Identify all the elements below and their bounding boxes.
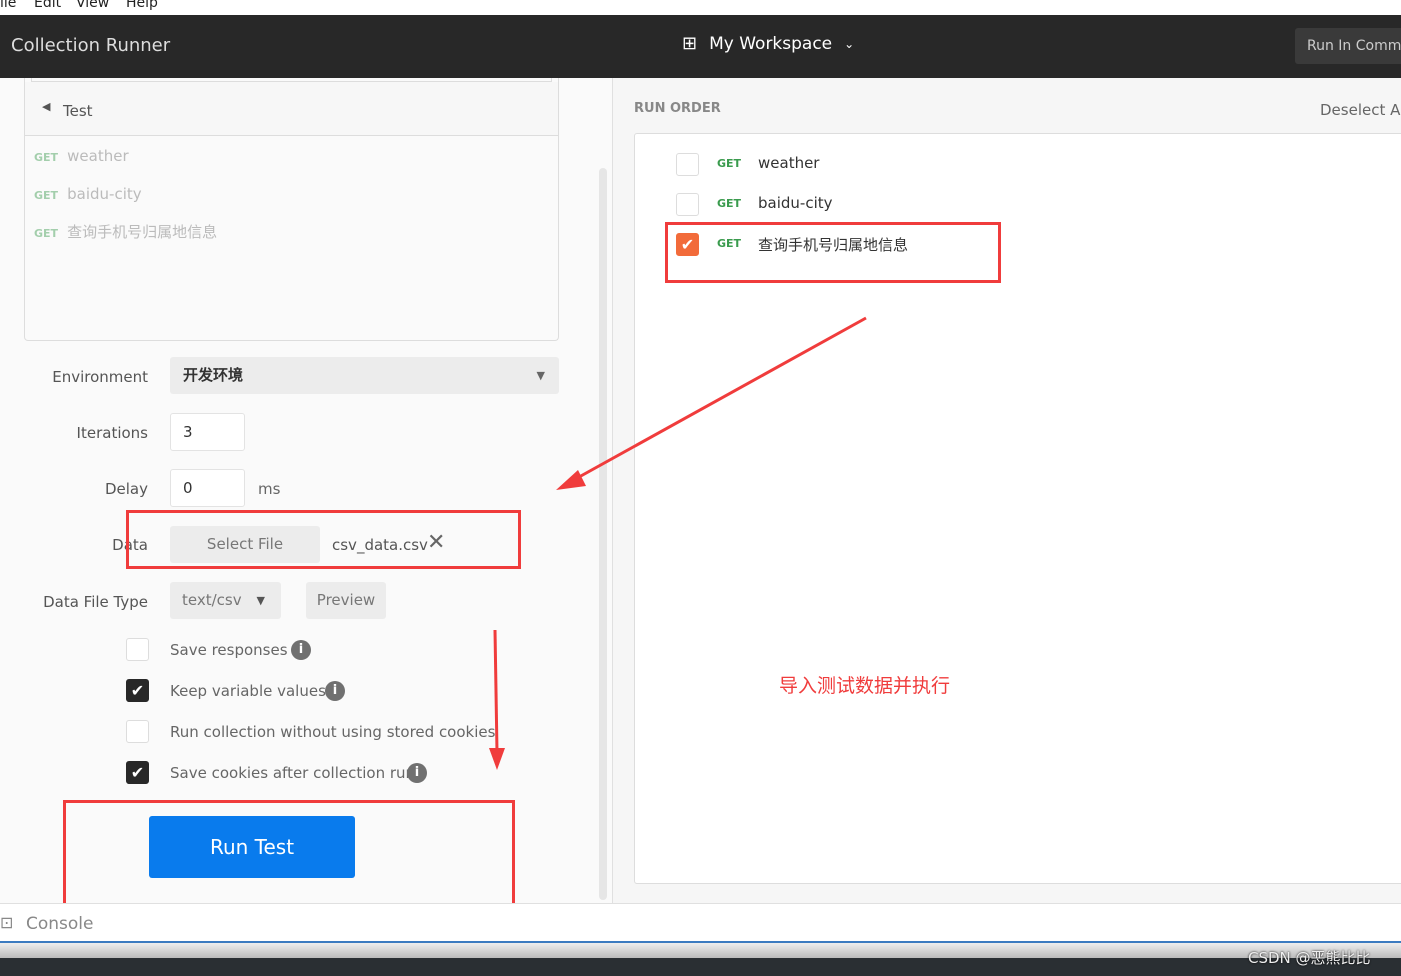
footer: ⊡ Console	[0, 903, 1401, 943]
arrow-head	[556, 470, 586, 490]
background-window	[0, 958, 1401, 976]
arrow-line	[569, 316, 867, 484]
annotation-arrows	[489, 316, 867, 770]
arrow-line	[493, 629, 499, 753]
console-button[interactable]: Console	[26, 914, 94, 934]
watermark: CSDN @恶熊比比	[1248, 949, 1371, 967]
arrow-head	[489, 748, 505, 770]
background-window	[0, 943, 1401, 958]
console-icon: ⊡	[0, 913, 14, 932]
